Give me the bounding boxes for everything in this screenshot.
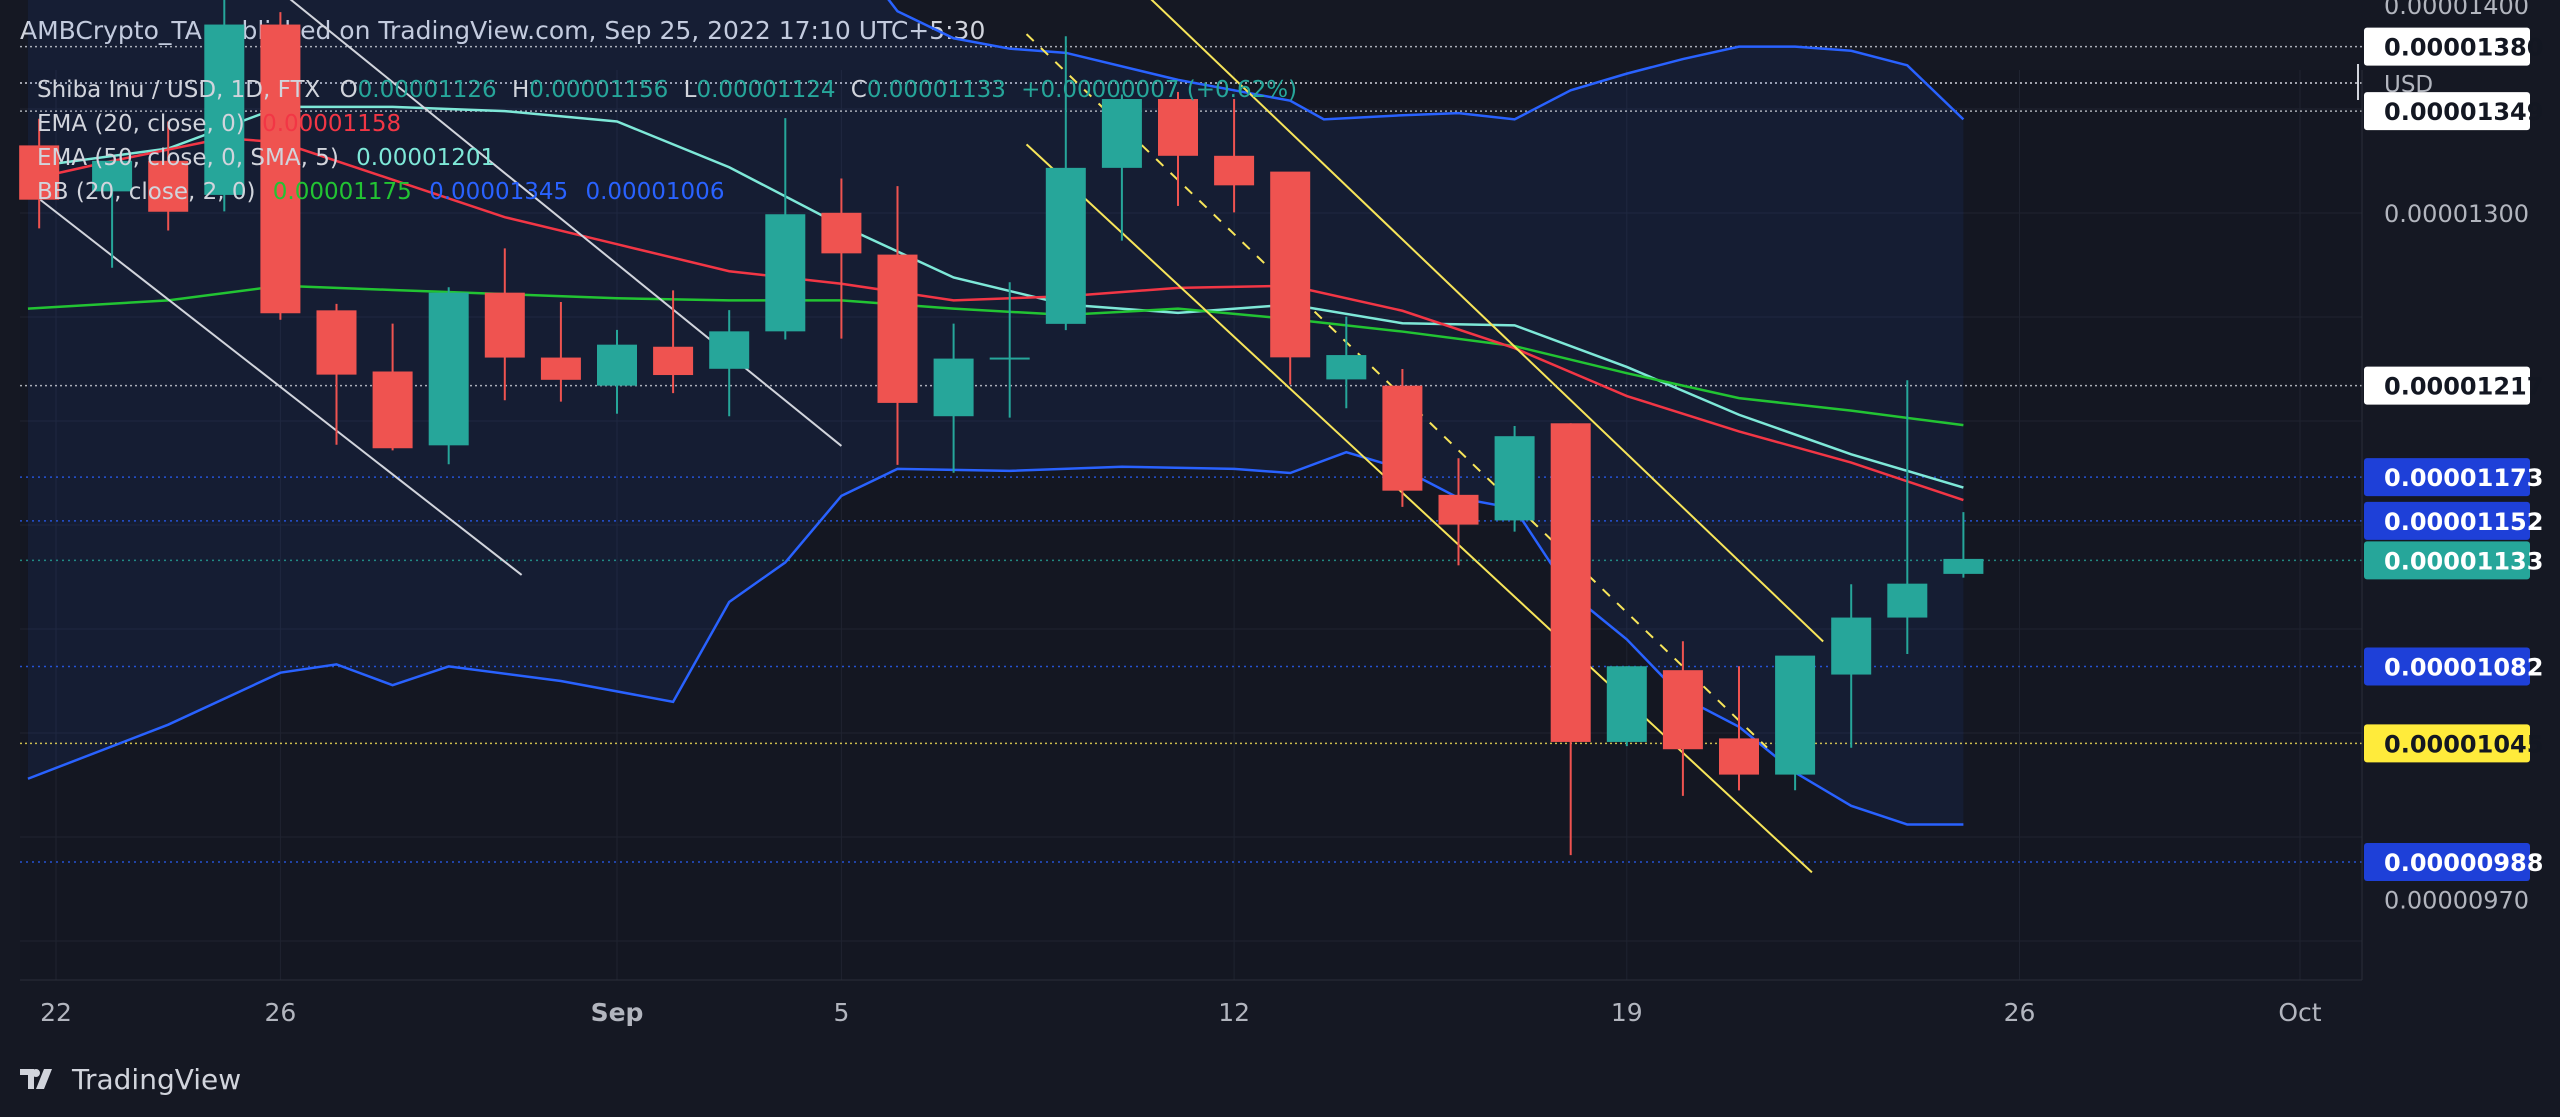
symbol-label: Shiba Inu / USD, 1D, FTX <box>37 77 321 103</box>
price-badge-label: 0.00001133 <box>2384 547 2543 575</box>
candle-body <box>1550 423 1591 742</box>
candle-body <box>597 344 637 386</box>
candle <box>1606 666 1647 747</box>
candle-body <box>1382 385 1423 491</box>
footer-brand: TradingView <box>72 1062 242 1096</box>
candle-body <box>1326 355 1367 380</box>
ema50-label: EMA (50, close, 0, SMA, 5) <box>37 145 339 171</box>
candle <box>1494 425 1535 532</box>
candle-body <box>1606 666 1647 742</box>
price-badge-label: 0.00001152 <box>2384 508 2543 536</box>
price-badge-label: 0.00001082 <box>2384 653 2543 681</box>
candle-body <box>1831 617 1872 675</box>
price-axis: USD0.000016000.000015000.000014000.00001… <box>2357 0 2560 980</box>
open-value: 0.00001126 <box>357 77 497 103</box>
price-badge-label: 0.00000988 <box>2384 849 2543 877</box>
candle-body <box>1494 436 1535 521</box>
change-value: +0.00000007 (+0.62%) <box>1021 77 1298 103</box>
ema50-row: EMA (50, close, 0, SMA, 5) 0.00001201 <box>37 141 1297 175</box>
low-value: 0.00001124 <box>696 77 836 103</box>
candle-body <box>1438 494 1479 525</box>
candle-body <box>765 214 806 332</box>
tradingview-logo-icon <box>20 1069 52 1089</box>
price-tick-label: 0.00001300 <box>2384 200 2529 228</box>
bb-upper-value: 0.00001345 <box>429 179 569 205</box>
candle-body <box>877 254 918 403</box>
bb-label: BB (20, close, 2, 0) <box>37 179 256 205</box>
time-axis: 22 26 Sep 5 12 19 26 Oct <box>20 979 2362 1027</box>
candle-body <box>653 346 694 376</box>
candle-body <box>1943 558 1984 574</box>
candle <box>428 287 469 465</box>
candle-body <box>484 292 525 358</box>
time-tick-label: Sep <box>591 998 644 1027</box>
candle-body <box>1719 738 1759 775</box>
low-label: L <box>683 77 697 103</box>
time-tick-label: Oct <box>2278 998 2321 1027</box>
bb-lower-value: 0.00001006 <box>585 179 725 205</box>
candle-body <box>1775 655 1816 775</box>
time-tick-label: 5 <box>833 998 849 1027</box>
price-badge-label: 0.00001173 <box>2384 464 2543 492</box>
ema20-value: 0.00001158 <box>262 111 402 137</box>
candle-body <box>428 292 469 446</box>
symbol-row: Shiba Inu / USD, 1D, FTX O0.00001126 H0.… <box>37 73 1297 107</box>
close-label: C <box>850 77 867 103</box>
candle-body <box>540 357 581 380</box>
candle-body <box>372 371 413 449</box>
time-tick-label: 12 <box>1218 998 1250 1027</box>
ema20-row: EMA (20, close, 0) 0.00001158 <box>37 107 1297 141</box>
open-label: O <box>339 77 358 103</box>
price-badge-label: 0.00001217 <box>2384 373 2543 401</box>
time-tick-label: 26 <box>2004 998 2036 1027</box>
candle <box>1775 655 1816 791</box>
price-tick-label: 0.00001400 <box>2384 0 2529 20</box>
high-label: H <box>512 77 530 103</box>
price-badge-label: 0.00001349 <box>2384 98 2543 126</box>
candle-body <box>989 357 1030 360</box>
ema50-value: 0.00001201 <box>356 145 496 171</box>
time-tick-label: 19 <box>1611 998 1643 1027</box>
candle-body <box>709 331 750 369</box>
candle-body <box>821 212 862 254</box>
bb-row: BB (20, close, 2, 0) 0.00001175 0.000013… <box>37 175 1297 209</box>
candle-body <box>1662 670 1703 750</box>
candle-body <box>1887 583 1928 618</box>
price-badge-label: 0.00001380 <box>2384 34 2543 62</box>
candle-body <box>933 358 974 417</box>
time-tick-label: 22 <box>40 998 72 1027</box>
indicator-legend: Shiba Inu / USD, 1D, FTX O0.00001126 H0.… <box>37 73 1297 209</box>
close-value: 0.00001133 <box>866 77 1006 103</box>
time-tick-label: 26 <box>264 998 296 1027</box>
candle-body <box>316 310 357 375</box>
price-badge-label: 0.00001045 <box>2384 730 2543 758</box>
candle <box>1382 369 1423 507</box>
price-tick-label: 0.00000970 <box>2384 886 2529 914</box>
bb-basis-value: 0.00001175 <box>272 179 412 205</box>
ema20-label: EMA (20, close, 0) <box>37 111 245 137</box>
high-value: 0.00001156 <box>529 77 669 103</box>
tradingview-footer[interactable]: TradingView <box>20 1062 241 1096</box>
